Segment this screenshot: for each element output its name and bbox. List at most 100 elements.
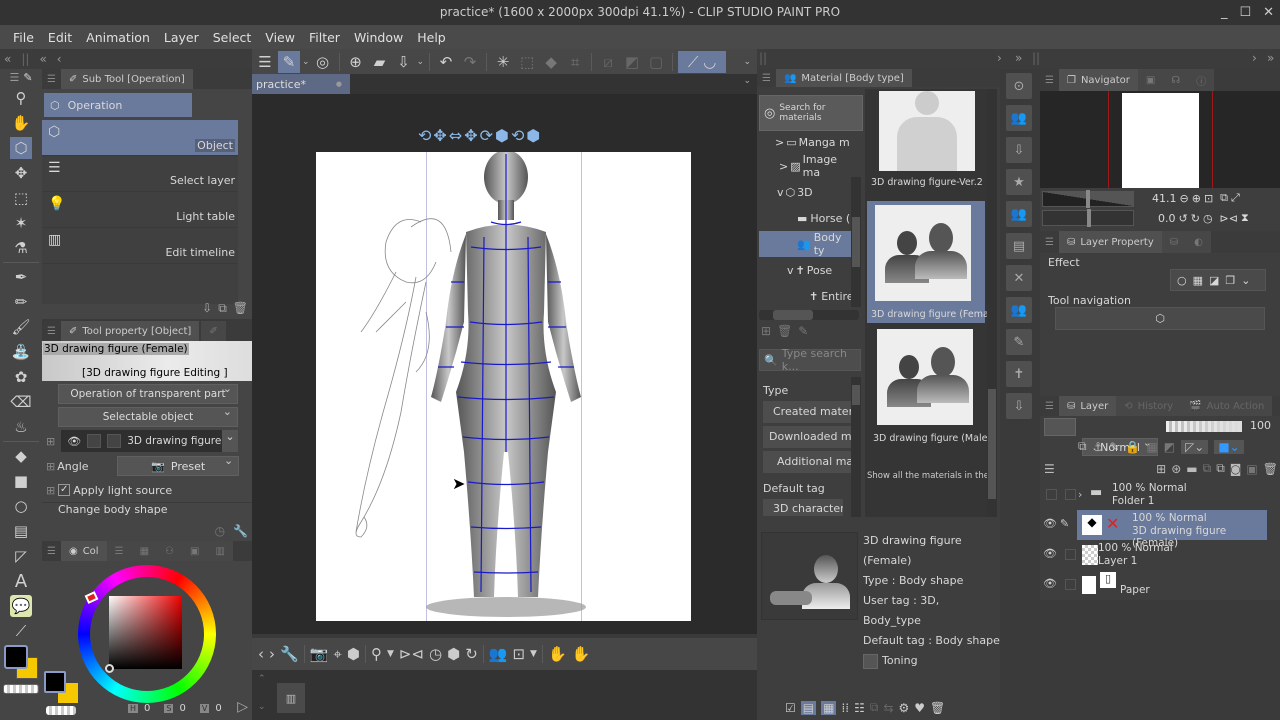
selection-icon[interactable]: ⬚: [10, 187, 32, 209]
sub-tool-item-light-table[interactable]: 💡 Light table: [42, 192, 238, 228]
menu-icon[interactable]: ☰: [757, 73, 776, 84]
tag-downloaded-material[interactable]: Downloaded mat: [763, 426, 853, 448]
play-icon[interactable]: ▷: [237, 699, 248, 715]
menu-layer[interactable]: Layer: [164, 30, 199, 45]
saturation-value-square[interactable]: [109, 596, 182, 669]
paste-to-canvas-icon[interactable]: ⧉: [870, 700, 879, 715]
blend-icon[interactable]: ♨: [10, 416, 32, 438]
chevron-right-icon[interactable]: ›: [1252, 51, 1257, 65]
transform-icon[interactable]: ⌗: [564, 51, 586, 73]
flip-horizontal-icon[interactable]: ⊳⊲: [1220, 212, 1238, 225]
rotate-object-axis-icon[interactable]: ⟲: [511, 126, 524, 145]
delete-icon[interactable]: 🗑: [930, 701, 945, 715]
color-mini-swatches[interactable]: [44, 671, 78, 703]
tab-history[interactable]: ⟲ History: [1116, 396, 1182, 416]
dolly-camera-icon[interactable]: ⇔: [449, 126, 462, 145]
tab-practice[interactable]: practice* ●: [252, 74, 350, 94]
rotate-object-icon[interactable]: ⟳: [480, 126, 493, 145]
tab-layer-property[interactable]: ⛁ Layer Property: [1058, 231, 1162, 253]
tree-item-entire[interactable]: ✝ Entire: [759, 283, 852, 309]
operation-tool-icon[interactable]: ⬡: [10, 137, 32, 159]
dropdown-icon[interactable]: ▼: [530, 649, 537, 659]
next-icon[interactable]: ›: [269, 645, 275, 663]
pencil-tool-icon[interactable]: ✏: [10, 291, 32, 313]
sv-picker-handle[interactable]: [105, 664, 114, 673]
flip-vertical-icon[interactable]: ⧗: [1241, 211, 1249, 225]
fill-icon[interactable]: ◆: [540, 51, 562, 73]
snap-grid-icon[interactable]: ▢: [645, 51, 667, 73]
hue-picker-handle[interactable]: [84, 591, 99, 604]
toning-checkbox[interactable]: [863, 653, 878, 669]
favorite-folder-icon[interactable]: ★: [1006, 169, 1032, 195]
menu-filter[interactable]: Filter: [309, 30, 340, 45]
expand-folder-icon[interactable]: ›: [1078, 488, 1082, 501]
menu-select[interactable]: Select: [213, 30, 252, 45]
tab-layer[interactable]: ⛁ Layer: [1058, 396, 1117, 416]
tag-scrollbar[interactable]: [851, 377, 861, 517]
favorite-icon[interactable]: ♥: [914, 701, 925, 715]
correct-line-icon[interactable]: ⟋: [10, 620, 32, 642]
close-tab-icon[interactable]: ●: [336, 80, 342, 88]
pose-scanner-icon[interactable]: ⊡: [512, 645, 525, 663]
apply-mask-icon[interactable]: ▣: [1246, 462, 1257, 476]
delete-folder-icon[interactable]: 🗑: [777, 324, 792, 338]
reference-layer-icon[interactable]: ⚓: [1093, 440, 1104, 454]
pose-folder-icon[interactable]: ✝: [1006, 361, 1032, 387]
stabilization-icon[interactable]: ⟋ ◡: [678, 50, 727, 73]
lock-layer-icon[interactable]: 🔒: [1125, 440, 1140, 454]
menu-file[interactable]: File: [13, 30, 34, 45]
menu-icon[interactable]: ☰: [42, 546, 61, 557]
wrench-icon[interactable]: 🔧: [233, 524, 248, 538]
hand-pose-right-icon[interactable]: ✋: [572, 645, 591, 663]
tab-color-wheel[interactable]: ◉ Col: [60, 541, 107, 561]
rotate-right-icon[interactable]: ↻: [1191, 212, 1200, 225]
menu-view[interactable]: View: [265, 30, 295, 45]
menu-icon[interactable]: ☰: [9, 71, 19, 84]
register-pose-icon[interactable]: ↻: [465, 645, 478, 663]
3d-drawing-figure[interactable]: [416, 152, 596, 621]
eye-icon[interactable]: 👁: [67, 435, 81, 448]
ruler-icon[interactable]: ◸: [10, 545, 32, 567]
material-item[interactable]: 3D drawing figure (Male): [865, 323, 987, 444]
material-item-selected[interactable]: 3D drawing figure (Female): [867, 201, 987, 323]
apply-light-checkbox[interactable]: ✓: [58, 484, 71, 496]
collapse-icon[interactable]: «: [39, 52, 46, 66]
tab-item-bank[interactable]: ☊: [1163, 69, 1189, 91]
new-vector-layer-icon[interactable]: ⊛: [1171, 462, 1181, 476]
move-layer-icon[interactable]: ✥: [10, 162, 32, 184]
fit-icon[interactable]: ⊡: [1204, 192, 1213, 205]
transparent-part-dropdown[interactable]: Operation of transparent part: [58, 382, 238, 404]
pen-settings-icon[interactable]: ✎: [278, 50, 300, 73]
chevron-right-icon[interactable]: ›: [997, 51, 1002, 65]
snap-to-ground-icon[interactable]: ⬢: [526, 126, 540, 145]
register-object-icon[interactable]: ⬢: [447, 645, 460, 663]
figure-folder-icon[interactable]: 👥: [1006, 297, 1032, 323]
x-folder-icon[interactable]: ✕: [1006, 265, 1032, 291]
mask-effect-icon[interactable]: ❐: [1225, 274, 1235, 287]
eraser-icon[interactable]: ⌫: [10, 391, 32, 413]
material-search-input[interactable]: 🔍 Type search k...: [759, 347, 861, 373]
zoom-tool-icon[interactable]: ⚲: [10, 87, 32, 109]
dropdown-icon[interactable]: ▼: [387, 649, 394, 659]
zoom-in-icon[interactable]: ⊕: [1192, 192, 1201, 205]
canvas-viewport[interactable]: ⟲ ✥ ⇔ ✥ ⟳ ⬢ ⟲ ⬢ ➤: [252, 94, 757, 634]
hue-ring[interactable]: [78, 565, 216, 703]
camera-angle-icon[interactable]: 📷: [310, 645, 329, 663]
manga-folder-icon[interactable]: ▤: [1006, 233, 1032, 259]
select-checkbox-icon[interactable]: ☑: [785, 701, 796, 715]
expand-icon[interactable]: »: [1015, 51, 1022, 65]
download-folder-icon[interactable]: ⇩: [1006, 137, 1032, 163]
chevron-down-icon[interactable]: ⌄: [417, 57, 425, 67]
zoom-slider[interactable]: [1042, 190, 1134, 208]
tool-navigation-button[interactable]: ⬡: [1055, 307, 1265, 330]
detail-view-icon[interactable]: ▤: [800, 700, 817, 715]
tree-item-manga[interactable]: > ▭ Manga m: [759, 131, 852, 153]
layer-list-icon[interactable]: ☰: [1044, 462, 1055, 476]
selectable-object-dropdown[interactable]: Selectable object: [58, 405, 238, 427]
mask-icon[interactable]: ◩: [1164, 440, 1175, 454]
tab-tool-property[interactable]: ✐ Tool property [Object]: [60, 321, 200, 341]
list-view-icon[interactable]: ☷: [854, 701, 865, 715]
new-folder-icon[interactable]: ⊞: [761, 324, 771, 338]
menu-animation[interactable]: Animation: [86, 30, 150, 45]
search-materials-button[interactable]: ◎ Search for materials: [759, 95, 863, 131]
